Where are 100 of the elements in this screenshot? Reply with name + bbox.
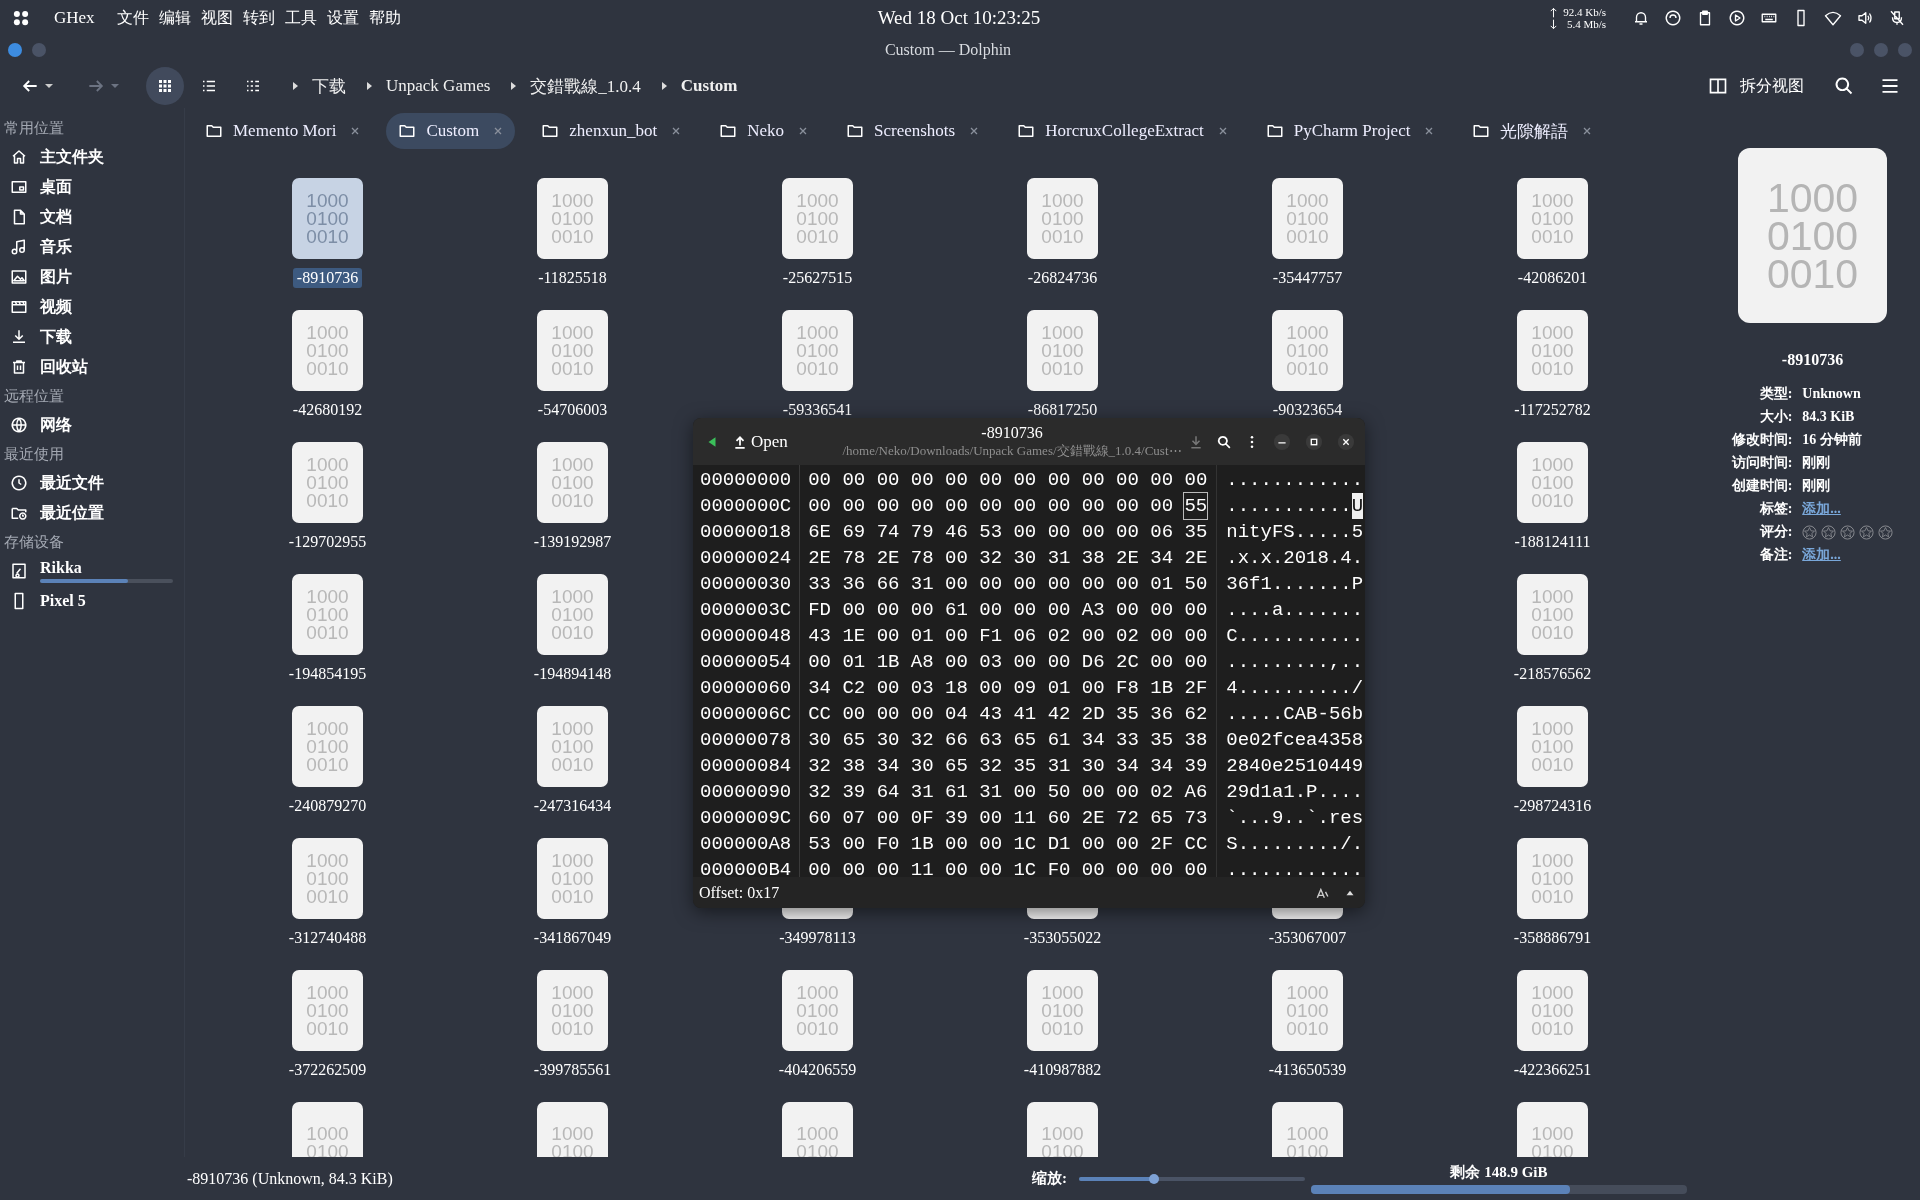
star-icon[interactable] — [1878, 524, 1894, 540]
menu-item[interactable]: 设置 — [326, 7, 359, 29]
file-name[interactable]: -312740488 — [284, 928, 371, 948]
ascii-text[interactable]: C........... — [1226, 623, 1364, 649]
close-icon[interactable] — [671, 126, 682, 136]
sidebar-item[interactable]: 最近文件 — [4, 468, 176, 498]
file-name[interactable]: -117252782 — [1510, 400, 1595, 420]
file-name[interactable]: -372262509 — [284, 1060, 371, 1080]
sidebar-item[interactable]: 回收站 — [4, 352, 176, 382]
sidebar-item[interactable]: 图片 — [4, 262, 176, 292]
file-name[interactable]: -240879270 — [284, 796, 371, 816]
hex-bytes[interactable]: 53 00 F0 1B 00 00 1C D1 00 00 2F CC — [808, 831, 1208, 857]
sidebar-item[interactable]: 下载 — [4, 322, 176, 352]
play-icon[interactable] — [1728, 9, 1746, 27]
breadcrumb-item[interactable]: 下载 — [312, 74, 346, 98]
add-link[interactable]: 添加... — [1802, 500, 1894, 518]
file-name[interactable]: -25627515 — [778, 268, 857, 288]
ascii-text[interactable]: ........... — [1226, 493, 1352, 519]
ascii-text[interactable]: ....a....... — [1226, 597, 1364, 623]
file-name[interactable]: -194894148 — [529, 664, 616, 684]
close-icon[interactable] — [1424, 126, 1435, 136]
file-name[interactable]: -298724316 — [1509, 796, 1596, 816]
ascii-text[interactable]: ............ — [1226, 857, 1364, 877]
close-button[interactable] — [1337, 432, 1355, 451]
file-name[interactable]: -26824736 — [1023, 268, 1102, 288]
file-name[interactable]: -404206559 — [774, 1060, 861, 1080]
microphone-muted-icon[interactable] — [1888, 9, 1906, 27]
sidebar-item[interactable]: 主文件夹 — [4, 142, 176, 172]
sidebar-item[interactable]: 网络 — [4, 410, 176, 440]
sidebar-item[interactable]: 文档 — [4, 202, 176, 232]
star-icon[interactable] — [1821, 524, 1837, 540]
menu-item[interactable]: 工具 — [284, 7, 317, 29]
text-tool-icon[interactable] — [1315, 885, 1329, 900]
tab[interactable]: Custom — [386, 113, 516, 149]
hex-bytes[interactable]: 34 C2 00 03 18 00 09 01 00 F8 1B 2F — [808, 675, 1208, 701]
star-icon[interactable] — [1802, 524, 1818, 540]
file-name[interactable]: -129702955 — [284, 532, 371, 552]
hex-bytes[interactable]: 00 00 00 00 00 00 00 00 00 00 00 00 — [808, 467, 1208, 493]
sidebar-item[interactable]: Rikka — [4, 556, 176, 586]
minimize-button[interactable] — [1273, 432, 1291, 451]
hex-bytes[interactable]: 43 1E 00 01 00 F1 06 02 00 02 00 00 — [808, 623, 1208, 649]
menu-icon[interactable] — [1880, 76, 1900, 96]
hex-bytes[interactable]: CC 00 00 00 04 43 41 42 2D 35 36 62 — [808, 701, 1208, 727]
ascii-text[interactable]: 29d1a1.P.... — [1226, 779, 1364, 805]
file-name[interactable]: -353067007 — [1264, 928, 1351, 948]
star-icon[interactable] — [1840, 524, 1856, 540]
ascii-text[interactable]: 0e02fcea4358 — [1226, 727, 1364, 753]
file-name[interactable]: -11825518 — [534, 268, 611, 288]
file-name[interactable]: -413650539 — [1264, 1060, 1351, 1080]
breadcrumb-item[interactable]: Custom — [680, 76, 738, 96]
hex-bytes[interactable]: 32 38 34 30 65 32 35 31 30 34 34 39 — [808, 753, 1208, 779]
search-icon[interactable] — [1834, 76, 1854, 96]
ascii-text[interactable]: .....CAB-56b — [1226, 701, 1364, 727]
file-name[interactable]: -358886791 — [1509, 928, 1596, 948]
ascii-text[interactable]: S........./. — [1226, 831, 1364, 857]
ascii-text[interactable]: nityFS.....5 — [1226, 519, 1364, 545]
file-name[interactable]: -247316434 — [529, 796, 616, 816]
file-name[interactable]: -349978113 — [775, 928, 860, 948]
app-grid-icon[interactable] — [12, 9, 30, 27]
tab[interactable]: Screenshots — [833, 113, 992, 149]
volume-icon[interactable] — [1856, 9, 1874, 27]
ascii-text[interactable]: .x.x.2018.4. — [1226, 545, 1364, 571]
split-view-button[interactable]: 拆分视图 — [1704, 73, 1808, 99]
hex-bytes[interactable]: 60 07 00 0F 39 00 11 60 2E 72 65 73 — [808, 805, 1208, 831]
hex-cursor[interactable]: 55 — [1184, 493, 1208, 519]
hex-bytes[interactable]: 33 36 66 31 00 00 00 00 00 00 01 50 — [808, 571, 1208, 597]
hex-bytes[interactable]: 6E 69 74 79 46 53 00 00 00 00 06 35 — [808, 519, 1208, 545]
close-icon[interactable] — [350, 126, 361, 136]
sidebar-item[interactable]: 桌面 — [4, 172, 176, 202]
hex-bytes[interactable]: 2E 78 2E 78 00 32 30 31 38 2E 34 2E — [808, 545, 1208, 571]
maximize-button[interactable] — [1305, 432, 1323, 451]
tab[interactable]: 光隙解語 — [1460, 111, 1605, 151]
sidebar-item[interactable]: Pixel 5 — [4, 586, 176, 616]
menu-item[interactable]: 视图 — [200, 7, 233, 29]
file-name[interactable]: -194854195 — [284, 664, 371, 684]
sidebar-item[interactable]: 音乐 — [4, 232, 176, 262]
breadcrumb-item[interactable]: Unpack Games — [386, 76, 491, 96]
file-name[interactable]: -8910736 — [292, 268, 363, 288]
hex-bytes[interactable]: 00 00 00 11 00 00 1C F0 00 00 00 00 — [808, 857, 1208, 877]
ascii-text[interactable]: 4........../ — [1226, 675, 1364, 701]
file-name[interactable]: -353055022 — [1019, 928, 1106, 948]
file-name[interactable]: -218576562 — [1509, 664, 1596, 684]
hex-bytes[interactable]: 00 00 00 00 00 00 00 00 00 00 00 — [808, 493, 1174, 519]
tab[interactable]: Neko — [707, 113, 820, 149]
tab[interactable]: PyCharm Project — [1253, 113, 1447, 149]
menu-item[interactable]: 转到 — [242, 7, 275, 29]
ascii-cursor[interactable]: U — [1351, 493, 1364, 519]
zoom-slider[interactable] — [1079, 1176, 1305, 1181]
file-name[interactable]: -86817250 — [1023, 400, 1102, 420]
close-icon[interactable] — [797, 126, 808, 136]
breadcrumb-item[interactable]: 交錯戰線_1.0.4 — [530, 74, 641, 98]
ascii-text[interactable]: ............ — [1226, 467, 1364, 493]
search-icon[interactable] — [1217, 434, 1231, 449]
ascii-text[interactable]: 2840e2510449 — [1226, 753, 1364, 779]
file-name[interactable]: -42086201 — [1513, 268, 1592, 288]
file-name[interactable]: -410987882 — [1019, 1060, 1106, 1080]
star-icon[interactable] — [1859, 524, 1875, 540]
close-icon[interactable] — [1582, 126, 1593, 136]
bell-icon[interactable] — [1632, 9, 1650, 27]
close-icon[interactable] — [1217, 126, 1228, 136]
